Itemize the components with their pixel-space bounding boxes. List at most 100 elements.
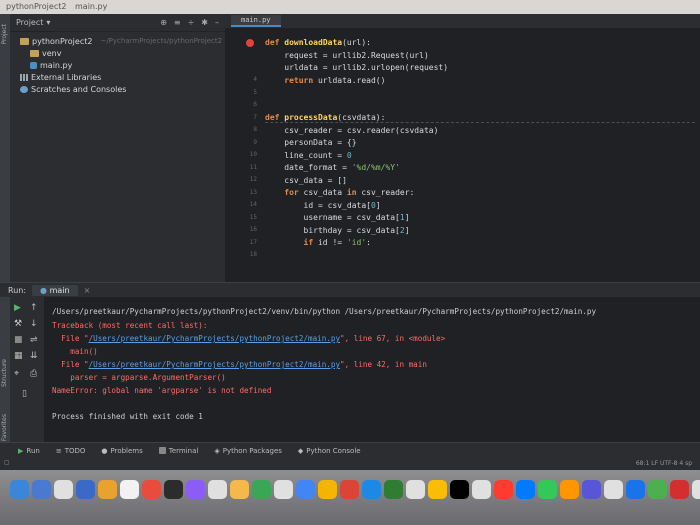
tree-item-main-py[interactable]: main.py: [10, 59, 225, 71]
stop-icon[interactable]: ■: [14, 335, 23, 345]
code-line[interactable]: def processData(csvdata):: [265, 113, 385, 122]
dock-app-icon[interactable]: [32, 480, 51, 499]
collapse-all-icon[interactable]: ≡: [174, 18, 181, 27]
dock-app-icon[interactable]: [186, 480, 205, 499]
status-square-icon[interactable]: ▢: [4, 459, 10, 466]
dock-app-icon[interactable]: [98, 480, 117, 499]
dock-app-icon[interactable]: [670, 480, 689, 499]
dock-app-icon[interactable]: [516, 480, 535, 499]
dock-app-icon[interactable]: [494, 480, 513, 499]
dock-app-icon[interactable]: [318, 480, 337, 499]
tool-tab-problems[interactable]: ● Problems: [101, 447, 142, 455]
dock-app-icon[interactable]: [10, 480, 29, 499]
tree-item-scratches-and-consoles[interactable]: Scratches and Consoles: [10, 83, 225, 95]
gear-icon[interactable]: ✱: [201, 18, 208, 27]
dock-app-icon[interactable]: [54, 480, 73, 499]
code-line[interactable]: if id != 'id':: [265, 238, 371, 247]
dock-app-icon[interactable]: [142, 480, 161, 499]
tree-item-venv[interactable]: venv: [10, 47, 225, 59]
dock-app-icon[interactable]: [274, 480, 293, 499]
traceback-link-2[interactable]: /Users/preetkaur/PycharmProjects/pythonP…: [89, 360, 340, 369]
window-titlebar: pythonProject2 main.py: [0, 0, 700, 14]
dock-app-icon[interactable]: [164, 480, 183, 499]
code-line[interactable]: urldata = urllib2.urlopen(request): [265, 63, 448, 72]
code-line[interactable]: birthday = csv_data[2]: [265, 226, 410, 235]
code-editor[interactable]: main.py 4 5 6 7 8 9 10 11 12 13 14 15 16 17 18 def dow…: [225, 14, 700, 282]
pin-icon[interactable]: ⌖: [14, 369, 19, 379]
tool-tab-python-packages[interactable]: ◈ Python Packages: [214, 447, 282, 455]
soft-wrap-icon[interactable]: ⇌: [30, 335, 38, 345]
code-line[interactable]: line_count = 0: [265, 151, 351, 160]
dock-app-icon[interactable]: [208, 480, 227, 499]
dock-app-icon[interactable]: [340, 480, 359, 499]
dock-app-icon[interactable]: [582, 480, 601, 499]
code-line[interactable]: return urldata.read(): [265, 76, 385, 85]
line-number: 14: [249, 201, 257, 208]
editor-tab-main-py[interactable]: main.py: [231, 15, 281, 27]
line-number: 16: [249, 226, 257, 233]
dock-app-icon[interactable]: [472, 480, 491, 499]
scroll-down-icon[interactable]: ↓: [30, 319, 38, 329]
bottom-tool-tabs: ▶ Run ≡ TODO ● Problems Terminal ◈ Python Pa…: [0, 442, 700, 458]
dock-app-icon[interactable]: [384, 480, 403, 499]
scroll-up-icon[interactable]: ↑: [30, 303, 38, 313]
tree-item-label: Scratches and Consoles: [31, 84, 127, 94]
project-panel: Project ▾ ⊕ ≡ ÷ ✱ – pythonProject2 ~/Pych…: [10, 14, 225, 282]
print-icon[interactable]: ⎙: [30, 369, 37, 379]
tool-tab-python-console[interactable]: ◆ Python Console: [298, 447, 361, 455]
rerun-icon[interactable]: ▶: [14, 303, 21, 313]
trash-icon[interactable]: ▯: [22, 389, 27, 399]
code-line[interactable]: username = csv_data[1]: [265, 213, 410, 222]
dock-app-icon[interactable]: [450, 480, 469, 499]
traceback-frame-1: File "/Users/preetkaur/PycharmProjects/p…: [52, 334, 446, 343]
traceback-link-1[interactable]: /Users/preetkaur/PycharmProjects/pythonP…: [89, 334, 340, 343]
tree-item-label: pythonProject2: [32, 36, 93, 46]
chevron-down-icon[interactable]: ▾: [46, 18, 50, 27]
expand-icon[interactable]: ÷: [188, 18, 195, 27]
project-tool-tab[interactable]: Project: [1, 24, 8, 45]
dock-app-icon[interactable]: [604, 480, 623, 499]
run-console[interactable]: /Users/preetkaur/PycharmProjects/pythonP…: [44, 297, 700, 442]
structure-tool-tab[interactable]: Structure: [1, 359, 8, 387]
error-message: NameError: global name 'argparse' is not…: [52, 386, 272, 395]
hide-panel-icon[interactable]: –: [215, 18, 219, 27]
line-number: 11: [249, 163, 257, 171]
tool-tab-run[interactable]: ▶ Run: [18, 447, 40, 455]
line-number: 9: [253, 138, 257, 146]
code-line[interactable]: id = csv_data[0]: [265, 201, 381, 210]
code-line[interactable]: csv_reader = csv.reader(csvdata): [265, 126, 438, 135]
tool-tab-terminal[interactable]: Terminal: [158, 447, 198, 455]
favorites-tool-tab[interactable]: Favorites: [1, 414, 8, 441]
dock-app-icon[interactable]: [648, 480, 667, 499]
project-panel-title[interactable]: Project: [16, 18, 43, 27]
status-position[interactable]: 68:1 LF UTF-8 4 sp: [636, 460, 692, 467]
code-line[interactable]: date_format = '%d/%m/%Y': [265, 163, 400, 172]
dock-app-icon[interactable]: [626, 480, 645, 499]
breakpoint-icon[interactable]: [246, 39, 254, 47]
code-line[interactable]: def downloadData(url):: [265, 38, 371, 47]
dock-app-icon[interactable]: [560, 480, 579, 499]
tree-item-pythonproject2[interactable]: pythonProject2 ~/PycharmProjects/pythonPr…: [10, 35, 225, 47]
close-icon[interactable]: ×: [84, 286, 91, 295]
code-line[interactable]: personData = {}: [265, 138, 356, 147]
dock-app-icon[interactable]: [296, 480, 315, 499]
code-line[interactable]: request = urllib2.Request(url): [265, 51, 429, 60]
dock-app-icon[interactable]: [76, 480, 95, 499]
wrench-icon[interactable]: ⚒: [14, 319, 22, 329]
dock-app-icon[interactable]: [230, 480, 249, 499]
dock-app-icon[interactable]: [252, 480, 271, 499]
code-line[interactable]: for csv_data in csv_reader:: [265, 188, 414, 197]
dock-app-icon[interactable]: [362, 480, 381, 499]
dock-app-icon[interactable]: [692, 480, 700, 499]
dock-app-icon[interactable]: [538, 480, 557, 499]
dock-app-icon[interactable]: [406, 480, 425, 499]
tool-tab-todo[interactable]: ≡ TODO: [56, 447, 86, 455]
layout-icon[interactable]: ▦: [14, 351, 23, 361]
crosshair-icon[interactable]: ⊕: [160, 18, 167, 27]
run-tab-main[interactable]: ● main: [32, 284, 78, 296]
scroll-end-icon[interactable]: ⇊: [30, 351, 38, 361]
code-line[interactable]: csv_data = []: [265, 176, 347, 185]
tree-item-external-libraries[interactable]: External Libraries: [10, 71, 225, 83]
dock-app-icon[interactable]: [120, 480, 139, 499]
dock-app-icon[interactable]: [428, 480, 447, 499]
